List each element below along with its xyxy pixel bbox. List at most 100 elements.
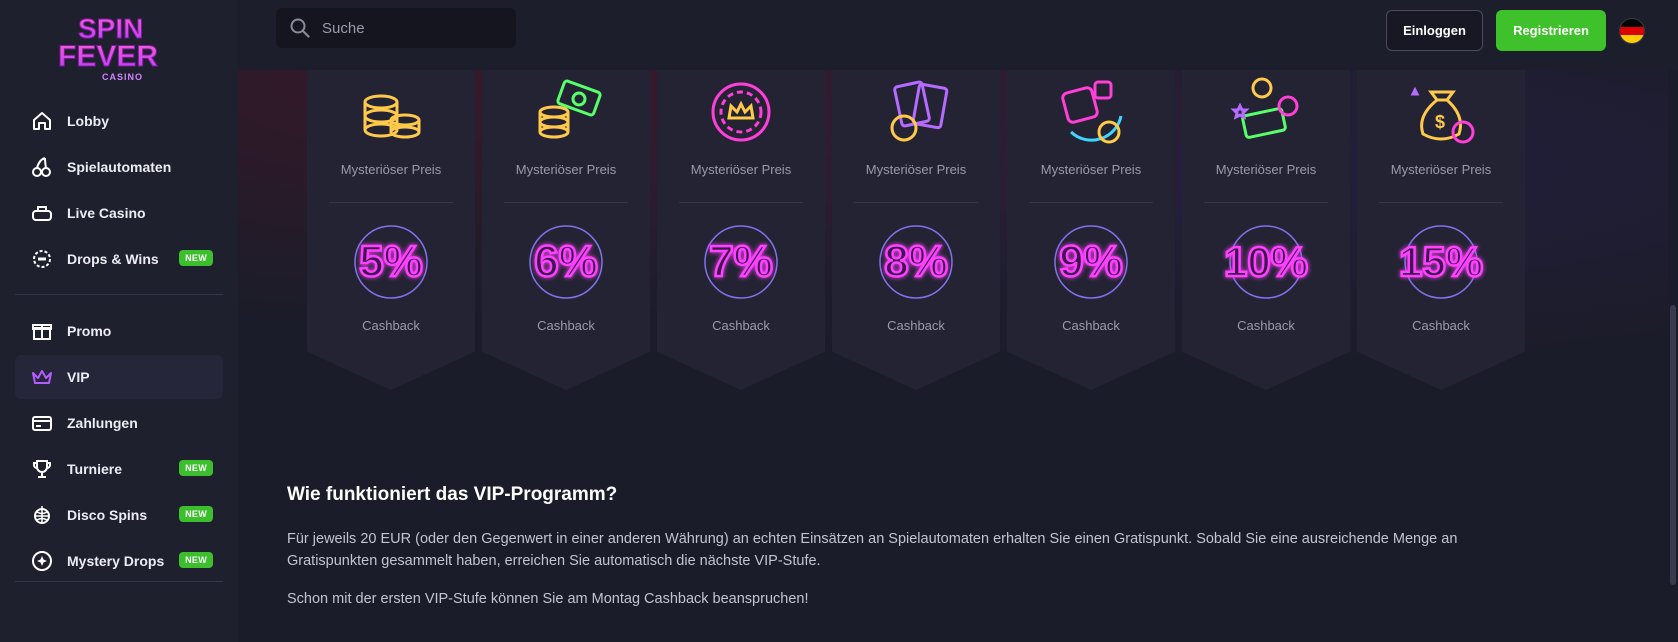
vip-description-2: Schon mit der ersten VIP-Stufe können Si… xyxy=(287,591,809,607)
card-cashback-label: Cashback xyxy=(362,318,420,333)
card-cashback-label: Cashback xyxy=(712,318,770,333)
scrollbar[interactable] xyxy=(1668,70,1678,642)
crown-chip-icon xyxy=(711,82,771,142)
card-prize-label: Mysteriöser Preis xyxy=(1390,162,1492,177)
sidebar-item-disco-spins[interactable]: Disco Spins NEW xyxy=(15,493,223,537)
home-icon xyxy=(29,108,55,134)
vip-level-card: Mysteriöser Preis 10% Cashback xyxy=(1182,70,1350,390)
card-divider xyxy=(1379,202,1503,203)
cash-chips-icon xyxy=(1230,77,1299,139)
sidebar-item-label: VIP xyxy=(67,369,90,385)
card-divider xyxy=(329,202,453,203)
cashback-percent-badge: 6% xyxy=(529,225,603,299)
scrollbar-thumb[interactable] xyxy=(1670,305,1676,585)
sidebar-item-label: Disco Spins xyxy=(67,507,148,523)
live-table-icon xyxy=(29,200,55,226)
disco-ball-icon xyxy=(29,502,55,528)
card-prize-label: Mysteriöser Preis xyxy=(865,162,967,177)
sidebar-item-label: Zahlungen xyxy=(67,415,138,431)
card-prize-label: Mysteriöser Preis xyxy=(1215,162,1317,177)
sidebar-item-lobby[interactable]: Lobby xyxy=(15,99,223,143)
sidebar-item-zahlungen[interactable]: Zahlungen xyxy=(15,401,223,445)
sidebar-item-mystery-drops[interactable]: Mystery Drops NEW xyxy=(15,539,223,583)
sidebar-item-label: Spielautomaten xyxy=(67,159,172,175)
card-divider xyxy=(504,202,628,203)
gift-icon xyxy=(29,318,55,344)
card-divider xyxy=(1204,202,1328,203)
search-icon xyxy=(290,18,310,38)
drops-wins-icon xyxy=(29,246,55,272)
card-divider xyxy=(854,202,978,203)
vip-level-card: Mysteriöser Preis 8% Cashback xyxy=(832,70,1000,390)
dice-icon xyxy=(1061,80,1123,144)
sidebar-item-promo[interactable]: Promo xyxy=(15,309,223,353)
sidebar-item-live-casino[interactable]: Live Casino xyxy=(15,191,223,235)
sidebar-divider xyxy=(15,581,223,582)
new-badge: NEW xyxy=(179,506,213,522)
cashback-percent-badge: 7% xyxy=(704,225,778,299)
card-cashback-label: Cashback xyxy=(887,318,945,333)
sidebar-item-vip[interactable]: VIP xyxy=(15,355,223,399)
search-input[interactable] xyxy=(322,19,502,37)
vip-description: Für jeweils 20 EUR (oder den Gegenwert i… xyxy=(287,531,1458,569)
new-badge: NEW xyxy=(179,460,213,476)
search-box[interactable] xyxy=(276,8,516,48)
money-bag-icon: $ xyxy=(1410,86,1475,144)
card-divider xyxy=(1029,202,1153,203)
sidebar-item-label: Live Casino xyxy=(67,205,146,221)
cherries-icon xyxy=(29,154,55,180)
crown-icon xyxy=(29,364,55,390)
svg-text:5%: 5% xyxy=(359,237,423,286)
register-button[interactable]: Registrieren xyxy=(1496,10,1606,51)
card-icon xyxy=(29,410,55,436)
sidebar-item-drops-wins[interactable]: Drops & Wins NEW xyxy=(15,237,223,281)
mystery-icon xyxy=(29,548,55,574)
card-cashback-label: Cashback xyxy=(1412,318,1470,333)
top-header: Einloggen Registrieren xyxy=(238,0,1678,70)
coin-stacks-icon xyxy=(363,94,421,139)
svg-text:9%: 9% xyxy=(1059,237,1123,286)
card-cashback-label: Cashback xyxy=(1237,318,1295,333)
sidebar-item-label: Promo xyxy=(67,323,112,339)
sidebar-nav: Lobby Spielautomaten Live Casino Drops & Wi… xyxy=(15,0,223,642)
vip-section-title: Wie funktioniert das VIP-Programm? xyxy=(287,484,618,505)
vip-level-card: $ Mysteriöser Preis 15% Cashback xyxy=(1357,70,1525,390)
cashback-percent-badge: 10% xyxy=(1223,225,1309,299)
svg-text:$: $ xyxy=(1435,112,1445,132)
sidebar-item-spielautomaten[interactable]: Spielautomaten xyxy=(15,145,223,189)
sidebar-divider xyxy=(15,294,223,295)
new-badge: NEW xyxy=(179,250,213,266)
svg-text:6%: 6% xyxy=(534,237,598,286)
cashback-percent-badge: 9% xyxy=(1054,225,1128,299)
svg-text:7%: 7% xyxy=(709,237,773,286)
card-cashback-label: Cashback xyxy=(1062,318,1120,333)
sidebar-item-label: Lobby xyxy=(67,113,109,129)
login-button[interactable]: Einloggen xyxy=(1386,10,1483,51)
svg-text:8%: 8% xyxy=(884,237,948,286)
trophy-icon xyxy=(29,456,55,482)
vip-level-card: Mysteriöser Preis 9% Cashback xyxy=(1007,70,1175,390)
sidebar: SPIN FEVER CASINO Lobby Spielautomaten Liv… xyxy=(0,0,238,642)
card-prize-label: Mysteriöser Preis xyxy=(340,162,442,177)
vip-level-card: Mysteriöser Preis 5% Cashback xyxy=(307,70,475,390)
cashback-percent-badge: 5% xyxy=(354,225,428,299)
main-content: Mysteriöser Preis 5% Cashback Mysteriöser P… xyxy=(238,70,1678,642)
cashback-percent-badge: 8% xyxy=(879,225,953,299)
card-prize-label: Mysteriöser Preis xyxy=(515,162,617,177)
de-flag-icon[interactable] xyxy=(1619,18,1645,44)
svg-text:10%: 10% xyxy=(1224,238,1308,285)
card-divider xyxy=(679,202,803,203)
card-cashback-label: Cashback xyxy=(537,318,595,333)
cashback-percent-badge: 15% xyxy=(1398,225,1484,299)
vip-level-card: Mysteriöser Preis 6% Cashback xyxy=(482,70,650,390)
card-prize-label: Mysteriöser Preis xyxy=(1040,162,1142,177)
svg-text:15%: 15% xyxy=(1399,238,1483,285)
new-badge: NEW xyxy=(179,552,213,568)
card-prize-label: Mysteriöser Preis xyxy=(690,162,792,177)
sidebar-item-turniere[interactable]: Turniere NEW xyxy=(15,447,223,491)
cash-coins-icon xyxy=(538,79,602,139)
sidebar-item-label: Turniere xyxy=(67,461,122,477)
sidebar-item-label: Drops & Wins xyxy=(67,251,159,267)
sidebar-item-label: Mystery Drops xyxy=(67,553,165,569)
vip-level-card: Mysteriöser Preis 7% Cashback xyxy=(657,70,825,390)
